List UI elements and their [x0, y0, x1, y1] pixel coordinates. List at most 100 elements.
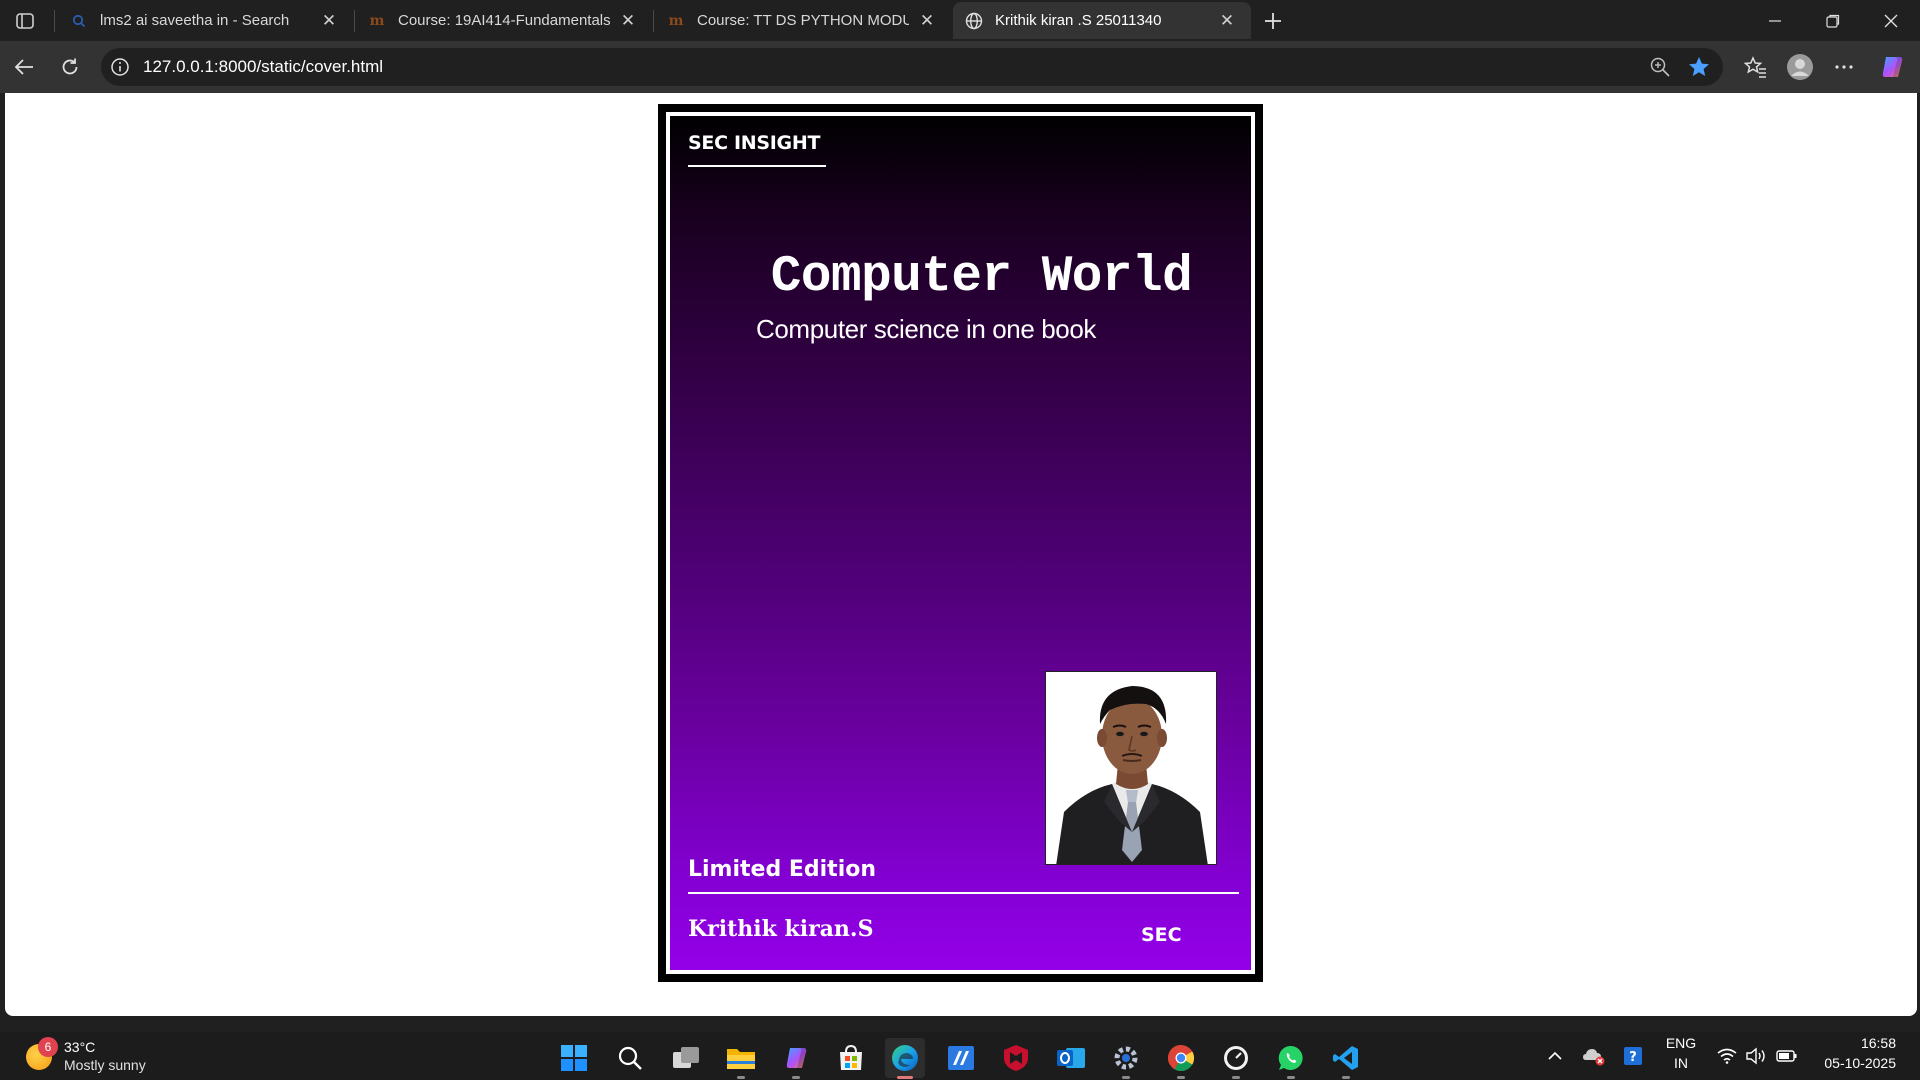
help-tray-icon: ?	[1624, 1047, 1642, 1065]
taskbar-search-button[interactable]	[610, 1038, 650, 1078]
site-info-icon[interactable]	[110, 57, 130, 77]
chrome-icon	[1167, 1044, 1195, 1072]
tab-actions-button[interactable]	[9, 8, 41, 34]
system-clock[interactable]: 16:58 05-10-2025	[1824, 1033, 1896, 1073]
address-bar[interactable]: 127.0.0.1:8000/static/cover.html	[101, 48, 1723, 86]
onedrive-error-icon	[1583, 1049, 1605, 1066]
edge-icon	[892, 1045, 918, 1071]
task-view-button[interactable]	[666, 1038, 706, 1078]
app-button[interactable]	[941, 1038, 981, 1078]
cover-brand: SEC INSIGHT	[688, 132, 821, 154]
restore-icon	[1826, 14, 1840, 28]
whatsapp-button[interactable]	[1271, 1038, 1311, 1079]
microsoft-store-icon	[840, 1044, 862, 1070]
file-explorer-button[interactable]	[721, 1038, 761, 1079]
minimize-icon	[1769, 19, 1781, 22]
book-subtitle: Computer science in one book	[756, 314, 1097, 344]
chrome-button[interactable]	[1161, 1038, 1201, 1079]
minimize-button[interactable]	[1746, 0, 1804, 41]
profile-avatar-icon	[1787, 54, 1813, 80]
battery-button[interactable]	[1774, 1042, 1800, 1070]
search-icon	[70, 12, 88, 30]
volume-button[interactable]	[1743, 1042, 1769, 1070]
tab-title: Krithik kiran .S 25011340	[995, 12, 1162, 29]
more-icon	[1835, 65, 1853, 69]
tab-title: Course: TT DS PYTHON MODULE	[697, 12, 909, 29]
back-arrow-icon	[14, 59, 33, 75]
new-tab-button[interactable]	[1258, 6, 1288, 36]
region-code: IN	[1674, 1055, 1688, 1071]
outlook-button[interactable]	[1051, 1038, 1091, 1078]
file-explorer-icon	[727, 1049, 755, 1069]
tab-actions-icon	[16, 13, 34, 29]
app-tray-button[interactable]: ?	[1620, 1042, 1646, 1070]
author-portrait-image	[1046, 672, 1216, 864]
globe-icon	[965, 12, 983, 30]
plus-icon	[1265, 13, 1281, 29]
outlook-icon	[1057, 1048, 1085, 1068]
settings-more-button[interactable]	[1826, 49, 1862, 85]
tab-strip: lms2 ai saveetha in - Search ✕ m Course:…	[0, 0, 1920, 41]
refresh-icon	[62, 58, 78, 75]
tab-course-fundamentals[interactable]: m Course: 19AI414-Fundamentals of ✕	[356, 2, 652, 39]
weather-temperature: 33°C	[64, 1039, 96, 1055]
profile-button[interactable]	[1782, 49, 1818, 85]
app-icon	[948, 1046, 974, 1070]
onedrive-tray-button[interactable]	[1580, 1042, 1608, 1070]
tab-course-python[interactable]: m Course: TT DS PYTHON MODULE ✕	[655, 2, 951, 39]
chevron-up-icon	[1548, 1051, 1562, 1060]
mcafee-icon	[1004, 1045, 1028, 1071]
book-title: Computer World	[770, 249, 1193, 306]
close-window-button[interactable]	[1862, 0, 1920, 41]
tab-title: lms2 ai saveetha in - Search	[100, 12, 290, 29]
copilot-taskbar-button[interactable]	[776, 1038, 816, 1079]
close-icon[interactable]: ✕	[917, 11, 937, 31]
tab-search[interactable]: lms2 ai saveetha in - Search ✕	[58, 2, 353, 39]
clock-app-button[interactable]	[1216, 1038, 1256, 1079]
taskbar: 6 33°C Mostly sunny ? ENG IN 16:58 05-10…	[0, 1032, 1920, 1080]
vscode-button[interactable]	[1326, 1038, 1366, 1079]
refresh-button[interactable]	[52, 49, 88, 85]
whatsapp-icon	[1278, 1045, 1303, 1070]
close-icon[interactable]: ✕	[1217, 11, 1237, 31]
favorite-star-icon[interactable]	[1687, 55, 1711, 79]
settings-button[interactable]	[1106, 1038, 1146, 1079]
battery-icon	[1776, 1050, 1797, 1062]
copilot-button[interactable]	[1874, 49, 1910, 85]
show-hidden-icons-button[interactable]	[1543, 1042, 1567, 1070]
favorites-button[interactable]	[1738, 49, 1774, 85]
moodle-icon: m	[668, 12, 684, 29]
search-icon	[618, 1046, 642, 1070]
close-icon[interactable]: ✕	[319, 11, 339, 31]
clock-app-icon	[1224, 1046, 1248, 1070]
book-cover: SEC INSIGHT Computer World Computer scie…	[658, 104, 1263, 982]
author-name: Krithik kiran.S	[688, 916, 874, 942]
copilot-icon	[786, 1048, 807, 1068]
mcafee-button[interactable]	[996, 1038, 1036, 1078]
edition-divider	[688, 892, 1239, 894]
tab-cover-active[interactable]: Krithik kiran .S 25011340 ✕	[953, 2, 1251, 39]
svg-text:?: ?	[1629, 1050, 1637, 1065]
brand-underline	[688, 165, 826, 167]
wifi-button[interactable]	[1714, 1042, 1740, 1070]
edition-label: Limited Edition	[688, 857, 877, 882]
input-language-indicator[interactable]: ENG IN	[1664, 1033, 1698, 1073]
microsoft-store-button[interactable]	[831, 1038, 871, 1078]
task-view-icon	[673, 1047, 699, 1068]
weather-widget[interactable]: 6 33°C Mostly sunny	[24, 1035, 164, 1077]
zoom-icon[interactable]	[1649, 56, 1671, 78]
url-text[interactable]: 127.0.0.1:8000/static/cover.html	[143, 57, 383, 77]
back-button[interactable]	[6, 49, 42, 85]
notification-badge: 6	[38, 1037, 58, 1057]
weather-condition: Mostly sunny	[64, 1057, 146, 1073]
edge-taskbar-button[interactable]	[885, 1038, 925, 1079]
settings-icon	[1114, 1046, 1138, 1070]
clock-time: 16:58	[1860, 1035, 1896, 1051]
restore-button[interactable]	[1804, 0, 1862, 41]
close-icon	[1884, 14, 1898, 27]
browser-toolbar: 127.0.0.1:8000/static/cover.html	[0, 41, 1920, 93]
start-button[interactable]	[554, 1038, 594, 1078]
close-icon[interactable]: ✕	[618, 11, 638, 31]
cover-frame: SEC INSIGHT Computer World Computer scie…	[666, 112, 1255, 974]
page-viewport: SEC INSIGHT Computer World Computer scie…	[5, 93, 1917, 1016]
